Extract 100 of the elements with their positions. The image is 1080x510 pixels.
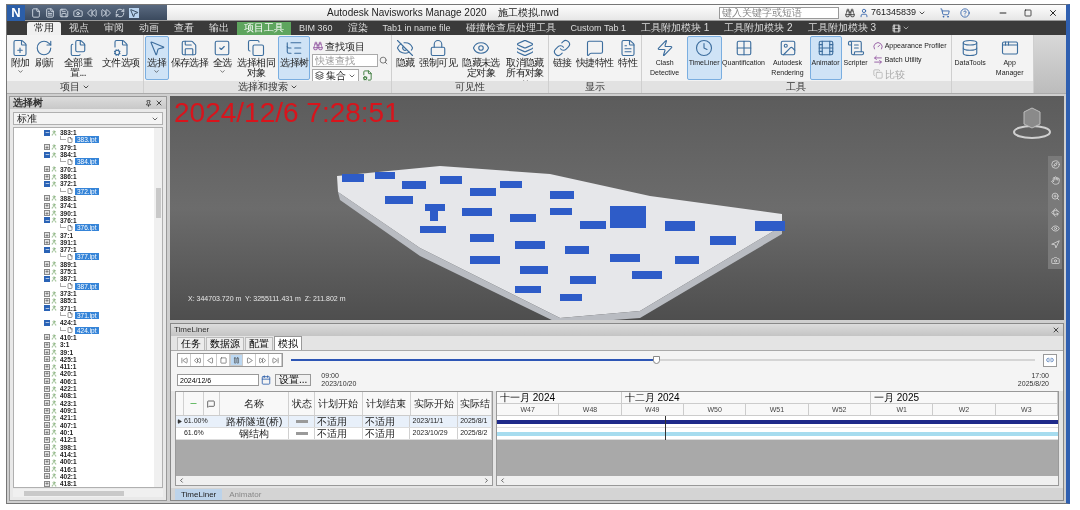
refresh-icon[interactable] (115, 7, 125, 18)
tab-menu-icon[interactable] (892, 23, 901, 33)
new-file-icon[interactable] (31, 7, 41, 18)
help-icon[interactable] (960, 7, 970, 18)
ribbon-tab[interactable]: 查看 (167, 21, 201, 35)
app-logo[interactable]: N (7, 4, 25, 21)
column-header[interactable]: 实际结 (458, 392, 492, 415)
ribbon-tab[interactable]: BIM 360 (292, 21, 340, 35)
ribbon-tab[interactable]: 渲染 (340, 21, 375, 35)
expand-icon[interactable] (44, 290, 50, 297)
ribbon-tab[interactable]: Custom Tab 1 (563, 21, 633, 35)
collapse-icon[interactable] (44, 319, 50, 326)
expand-icon[interactable] (44, 341, 50, 348)
collapse-icon[interactable] (44, 305, 50, 312)
ribbon-tab[interactable]: 工具附加模块 2 (717, 21, 800, 35)
export-button[interactable] (1043, 353, 1057, 367)
ribbon-button[interactable]: 附加 (8, 36, 32, 80)
expand-icon[interactable] (44, 370, 50, 377)
steering-wheel-icon[interactable] (1050, 160, 1060, 169)
column-header[interactable]: 计划开始 (315, 392, 363, 415)
column-header[interactable]: 计划结束 (362, 392, 411, 415)
ribbon-button[interactable]: 强制可见 (417, 36, 460, 80)
ribbon-button[interactable]: 隐藏未选定对象 (459, 36, 504, 80)
ribbon-button[interactable]: 保存选择 (168, 36, 211, 80)
user-name[interactable]: 761345839 (870, 5, 916, 20)
ribbon-button[interactable]: 取消隐藏所有对象 (503, 36, 548, 80)
save-icon[interactable] (59, 7, 69, 18)
search-icon[interactable] (379, 56, 389, 65)
ribbon-button[interactable]: 链接 (550, 36, 575, 80)
cursor-icon[interactable] (129, 7, 139, 18)
expand-icon[interactable] (44, 392, 50, 399)
redo-icon[interactable] (101, 7, 111, 18)
horizontal-scrollbar[interactable] (176, 476, 492, 485)
gantt-bar[interactable] (497, 419, 1058, 424)
expand-icon[interactable] (44, 473, 50, 480)
ribbon-tab[interactable]: 碰撞检查后处理工具 (458, 21, 563, 35)
open-icon[interactable] (45, 7, 55, 18)
ribbon-button[interactable]: 选择树 (278, 36, 311, 80)
expand-icon[interactable] (44, 400, 50, 407)
expand-icon[interactable] (44, 144, 50, 151)
expand-icon[interactable] (44, 268, 50, 275)
ribbon-button[interactable]: 快捷特性 (574, 36, 616, 80)
zoom-icon[interactable] (1050, 192, 1060, 201)
column-header[interactable]: 名称 (219, 392, 290, 415)
ribbon-button[interactable]: 全部重置... (56, 36, 100, 80)
panel-tab[interactable]: TimeLiner (175, 489, 223, 500)
ribbon-button[interactable]: 特性 (615, 36, 640, 80)
ribbon-tab[interactable]: 工具附加模块 1 (633, 21, 717, 35)
collapse-icon[interactable] (44, 151, 50, 158)
user-icon[interactable] (858, 7, 869, 18)
ribbon-button[interactable]: 选择相同对象 (234, 36, 279, 80)
close-icon[interactable] (155, 99, 163, 107)
ribbon-button[interactable]: 刷新 (32, 36, 56, 80)
ribbon-button[interactable]: 全选 (210, 36, 235, 80)
expand-icon[interactable] (44, 458, 50, 465)
playback-button[interactable] (256, 354, 269, 366)
expand-icon[interactable] (44, 429, 50, 436)
expand-icon[interactable] (44, 451, 50, 458)
expand-icon[interactable] (44, 349, 50, 356)
horizontal-scrollbar[interactable] (497, 476, 1058, 485)
undo-icon[interactable] (87, 7, 97, 18)
expand-icon[interactable] (44, 378, 50, 385)
close-icon[interactable] (1052, 326, 1060, 334)
column-header[interactable]: 实际开始 (410, 392, 459, 415)
scroll-right-icon[interactable] (483, 477, 490, 484)
help-search-field[interactable]: 键入关键字或短语 (718, 6, 839, 19)
expand-icon[interactable] (44, 195, 50, 202)
look-icon[interactable] (1050, 224, 1060, 233)
walk-icon[interactable] (1050, 240, 1060, 249)
collapse-icon[interactable] (44, 217, 50, 224)
ribbon-tab[interactable]: 工具附加模块 3 (800, 21, 883, 35)
timeliner-tab[interactable]: 数据源 (206, 337, 244, 350)
quick-find-field[interactable]: 快速查找 (312, 54, 379, 67)
expand-icon[interactable] (44, 466, 50, 473)
restore-icon[interactable] (1024, 8, 1032, 17)
expand-icon[interactable] (44, 210, 50, 217)
horizontal-scrollbar[interactable] (13, 489, 163, 497)
expand-icon[interactable] (44, 422, 50, 429)
expand-icon[interactable] (44, 261, 50, 268)
expand-icon[interactable] (44, 297, 50, 304)
expand-icon[interactable] (44, 436, 50, 443)
camera-icon[interactable] (73, 7, 83, 18)
scroll-left-icon[interactable] (499, 477, 506, 484)
expand-icon[interactable] (44, 239, 50, 246)
expand-icon[interactable] (44, 166, 50, 173)
time-slider-thumb[interactable] (652, 356, 660, 364)
scroll-left-icon[interactable] (178, 477, 185, 484)
timeliner-tab[interactable]: 任务 (177, 337, 205, 350)
ribbon-tab[interactable]: 动画 (132, 21, 166, 35)
expand-icon[interactable] (44, 444, 50, 451)
playback-button[interactable] (191, 354, 204, 366)
ribbon-small-button[interactable]: 查找项目 (312, 40, 389, 52)
expand-icon[interactable] (44, 356, 50, 363)
playback-button[interactable] (204, 354, 217, 366)
ribbon-tab[interactable]: 常用 (27, 21, 61, 35)
ribbon-button[interactable]: 文件选项 (100, 36, 142, 80)
camera-icon[interactable] (1050, 256, 1060, 265)
pin-icon[interactable] (145, 99, 152, 107)
expand-icon[interactable] (44, 173, 50, 180)
ribbon-tab[interactable]: 审阅 (97, 21, 131, 35)
